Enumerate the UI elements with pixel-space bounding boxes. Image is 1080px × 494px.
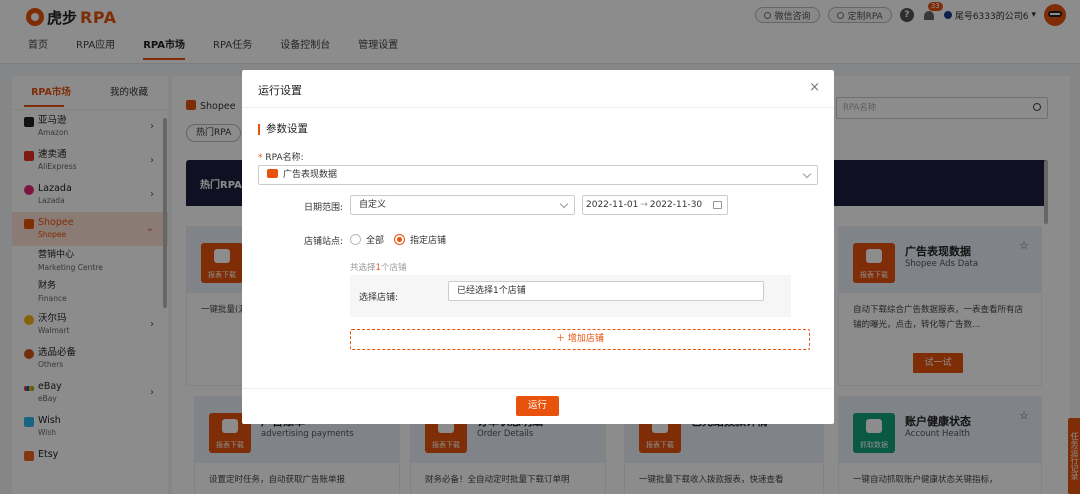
select-shop-label: 选择店铺: <box>359 293 399 303</box>
arrow-right-icon: → <box>640 200 648 210</box>
radio-circle[interactable] <box>350 234 361 245</box>
radio-circle[interactable] <box>394 234 405 245</box>
add-shop-label: 增加店铺 <box>567 334 604 344</box>
section-title: 参数设置 <box>258 124 308 135</box>
add-shop-button[interactable]: ＋ 增加店铺 <box>350 329 810 350</box>
selected-count: 共选择1个店铺 <box>350 261 406 273</box>
shop-select-row: 选择店铺: 已经选择1个店铺 <box>350 275 791 317</box>
date-mode-select[interactable]: 自定义 <box>350 195 575 215</box>
close-icon[interactable]: × <box>809 80 820 95</box>
report-icon <box>267 169 278 178</box>
calendar-icon <box>713 201 722 209</box>
date-range-label: 日期范围: <box>304 203 344 213</box>
shop-site-label: 店铺站点: <box>304 237 344 247</box>
date-mode-value: 自定义 <box>359 200 387 210</box>
radio-specific-label: 指定店铺 <box>410 236 447 246</box>
radio-all[interactable]: 全部 <box>350 233 384 246</box>
run-button[interactable]: 运行 <box>516 396 559 416</box>
date-start[interactable]: 2022-11-01 <box>586 196 638 214</box>
count-prefix: 共选择 <box>350 263 376 273</box>
run-settings-dialog: 运行设置 × 参数设置 * RPA名称: 广告表现数据 日期范围: 自定义 20… <box>242 70 834 424</box>
date-end[interactable]: 2022-11-30 <box>650 196 702 214</box>
chevron-down-icon <box>802 169 812 179</box>
rpa-name-label: * RPA名称: <box>258 150 304 163</box>
plus-icon: ＋ <box>556 334 568 344</box>
dialog-footer: 运行 <box>242 388 834 424</box>
select-shop-input[interactable]: 已经选择1个店铺 <box>448 281 764 301</box>
rpa-name-label-text: RPA名称: <box>265 153 304 163</box>
rpa-name-select[interactable]: 广告表现数据 <box>258 165 818 185</box>
radio-specific-shop[interactable]: 指定店铺 <box>394 233 446 246</box>
chevron-down-icon <box>559 199 569 209</box>
count-suffix: 个店铺 <box>380 263 407 273</box>
dialog-title: 运行设置 <box>258 84 302 97</box>
radio-all-label: 全部 <box>366 236 385 246</box>
date-range-picker[interactable]: 2022-11-01 → 2022-11-30 <box>582 195 728 215</box>
dialog-header: 运行设置 × <box>242 70 834 108</box>
rpa-name-value: 广告表现数据 <box>283 170 338 180</box>
